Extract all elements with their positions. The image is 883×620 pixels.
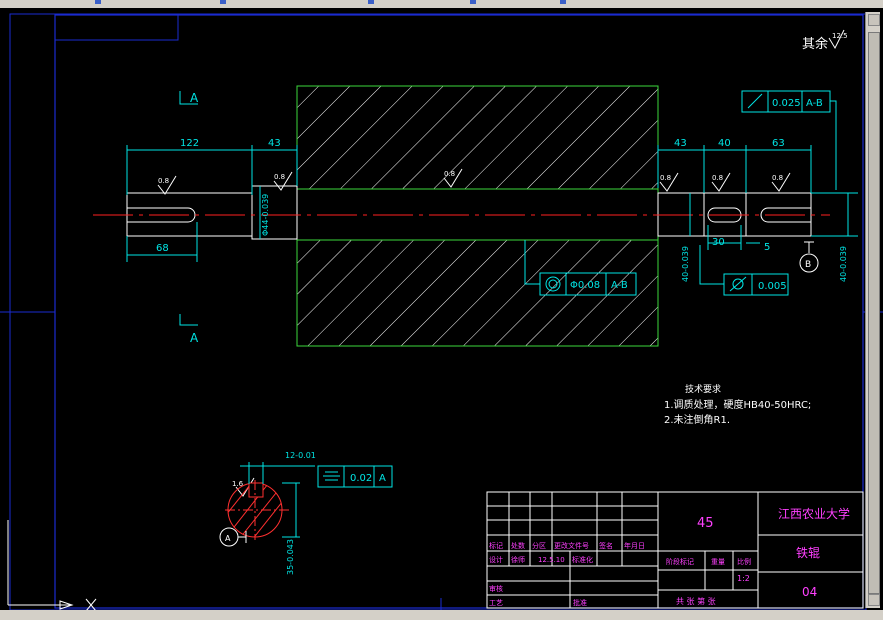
section-marker-bottom [179,314,198,326]
datum-a-label: A [225,534,231,543]
title-part-name: 铁辊 [796,546,820,560]
svg-text:设计: 设计 [489,555,503,564]
title-review: 审核 [489,584,503,593]
svg-text:签名: 签名 [599,541,613,550]
svg-text:12.5: 12.5 [832,32,848,40]
tech-req-line2: 2.未注倒角R1. [664,413,730,426]
dim-30: 30 [712,237,725,248]
dim-diameter-left: Φ44-0.039 [261,194,270,236]
datum-a-symbol [219,527,247,547]
scrollbar-thumb[interactable] [868,32,880,594]
roughness-r5: 0.8 [712,174,723,182]
dim-63: 63 [772,138,785,149]
title-school: 江西农业大学 [778,506,850,521]
horizontal-scrollbar[interactable] [0,610,883,620]
symmetry-value: 0.02 [350,473,372,484]
runout-datum: A-B [806,98,823,109]
runout-value: 0.025 [772,98,801,109]
dim-12: 12-0.01 [285,451,316,460]
tech-req-line1: 1.调质处理，硬度HB40-50HRC; [664,398,811,411]
corner-box [54,14,179,41]
dim-122: 122 [180,138,199,149]
title-row-design: 设计 徐师 12.5.10 标准化 [489,555,593,564]
roller-lower-section [296,239,659,347]
title-material: 45 [697,516,714,531]
dim-diameter-right: 40-0.039 [839,246,848,282]
surface-finish-rest-symbol: 12.5 [828,29,848,50]
svg-text:重量: 重量 [711,558,725,566]
title-sheet: 共 张 第 张 [676,596,716,606]
svg-text:徐师: 徐师 [511,555,525,564]
scroll-down-arrow[interactable] [868,594,880,606]
svg-text:阶段标记: 阶段标记 [666,557,694,566]
coaxiality-value: Φ0.08 [570,280,600,291]
dim-43-left: 43 [268,138,281,149]
cylindricity-value: 0.005 [758,281,787,292]
svg-text:分区: 分区 [532,541,546,550]
surface-finish-rest-text: 其余 [802,36,828,52]
roughness-r6: 0.8 [772,174,783,182]
roughness-r4: 0.8 [660,174,671,182]
vertical-scrollbar[interactable] [865,12,880,608]
dim-35: 35-0.043 [286,539,295,575]
roller-upper-section [296,85,659,190]
svg-text:年月日: 年月日 [624,541,645,550]
coaxiality-datum: A-B [611,280,628,291]
title-process: 工艺 [489,599,503,607]
dim-5: 5 [764,242,770,253]
dim-43-right: 43 [674,138,687,149]
dim-diameter-mid: 40-0.039 [681,246,690,282]
svg-text:更改文件号: 更改文件号 [554,541,589,550]
symmetry-datum: A [379,473,386,484]
section-view [225,480,290,540]
title-scale: 1:2 [737,574,750,583]
section-label-top: A [190,91,199,105]
svg-text:12.5.10: 12.5.10 [538,556,565,564]
tech-req-title: 技术要求 [685,383,721,395]
ucs-icon [7,520,97,612]
section-label-bottom: A [190,331,199,345]
dim-40: 40 [718,138,731,149]
svg-text:比例: 比例 [737,557,751,566]
title-stage-headers: 阶段标记 重量 比例 [666,557,751,566]
svg-text:标准化: 标准化 [572,555,593,564]
title-drawing-no: 04 [802,585,817,599]
scroll-up-arrow[interactable] [868,14,880,26]
datum-b-label: B [805,260,811,270]
roughness-r1: 0.8 [158,177,169,185]
roughness-r3: 0.8 [444,170,455,178]
title-approve: 批准 [573,598,587,607]
roughness-r2: 0.8 [274,173,285,181]
svg-text:处数: 处数 [511,541,525,550]
svg-text:标记: 标记 [489,541,503,550]
shaft-left [126,185,298,240]
cad-drawing-canvas[interactable]: 其余 12.5 122 43 68 43 40 63 30 5 Φ44-0.03… [0,0,883,620]
dim-68: 68 [156,243,169,254]
